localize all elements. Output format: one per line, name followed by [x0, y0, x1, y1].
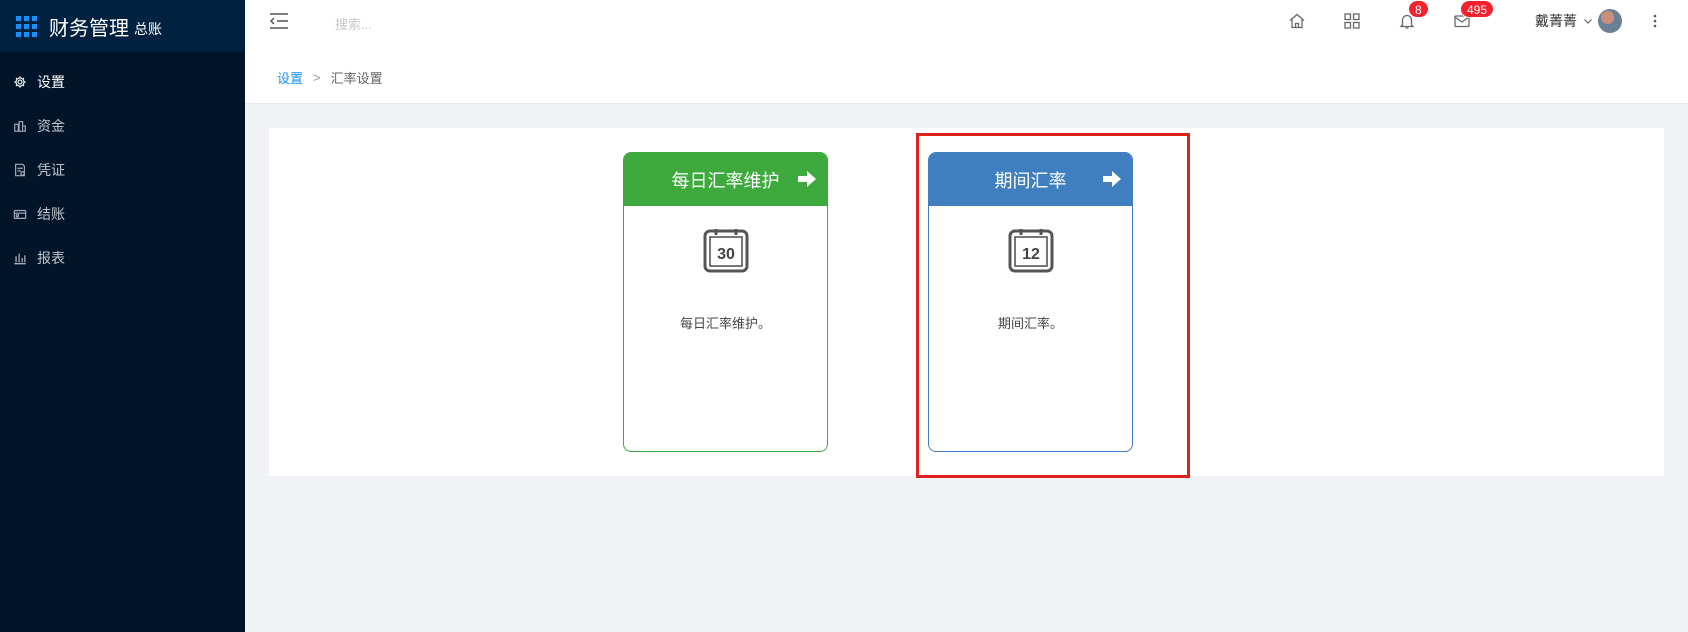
sidebar-item-label: 资金 — [37, 118, 65, 134]
sidebar-item-reports[interactable]: 报表 — [0, 236, 245, 280]
gear-icon — [13, 75, 27, 89]
app-title: 财务管理 — [49, 17, 129, 40]
breadcrumb: 设置 > 汇率设置 — [245, 52, 1688, 104]
message-badge: 495 — [1460, 0, 1495, 18]
apps-grid-icon — [16, 15, 37, 37]
app-logo[interactable]: 财务管理 总账 — [0, 0, 245, 52]
breadcrumb-settings-link[interactable]: 设置 — [277, 68, 303, 87]
sidebar-item-label: 凭证 — [37, 162, 65, 178]
notification-bell-icon[interactable]: 8 — [1397, 0, 1429, 31]
sidebar-menu: 设置 资金 凭证 结账 报表 — [0, 60, 245, 280]
sidebar-item-closing[interactable]: 结账 — [0, 192, 245, 236]
arrow-right-icon — [798, 171, 816, 187]
sidebar-item-label: 设置 — [37, 74, 65, 90]
breadcrumb-separator: > — [313, 70, 321, 85]
search-input[interactable] — [335, 12, 535, 36]
card-header: 每日汇率维护 — [624, 153, 827, 206]
sidebar-item-voucher[interactable]: 凭证 — [0, 148, 245, 192]
breadcrumb-current: 汇率设置 — [330, 71, 383, 86]
voucher-icon — [13, 163, 27, 177]
sidebar: 财务管理 总账 设置 资金 凭证 结账 报表 — [0, 0, 245, 632]
sidebar-item-funds[interactable]: 资金 — [0, 104, 245, 148]
sidebar-item-label: 结账 — [37, 206, 65, 222]
message-icon[interactable]: 495 — [1452, 0, 1495, 31]
more-vertical-icon[interactable] — [1648, 11, 1662, 31]
app-subtitle: 总账 — [134, 21, 162, 37]
home-icon[interactable] — [1287, 11, 1307, 31]
sidebar-item-label: 报表 — [37, 250, 65, 266]
selection-highlight — [916, 133, 1190, 478]
daily-rate-card[interactable]: 每日汇率维护 30 每日汇率维护。 — [623, 152, 828, 452]
menu-fold-icon[interactable] — [269, 12, 289, 30]
sidebar-item-settings[interactable]: 设置 — [0, 60, 245, 104]
card-title: 每日汇率维护 — [671, 170, 780, 191]
avatar — [1598, 9, 1622, 33]
chevron-down-icon — [1584, 19, 1592, 24]
notification-badge: 8 — [1408, 0, 1429, 18]
calendar-icon: 30 — [624, 227, 827, 273]
wallet-icon — [13, 207, 27, 221]
user-menu[interactable]: 戴菁菁 — [1535, 9, 1622, 33]
apps-icon[interactable] — [1342, 11, 1362, 31]
bar-chart-icon — [13, 251, 27, 265]
user-name: 戴菁菁 — [1535, 13, 1577, 29]
calendar-number: 30 — [717, 246, 735, 263]
funds-icon — [13, 119, 27, 133]
card-description: 每日汇率维护。 — [679, 316, 771, 331]
top-header: 8 495 戴菁菁 — [245, 0, 1688, 52]
